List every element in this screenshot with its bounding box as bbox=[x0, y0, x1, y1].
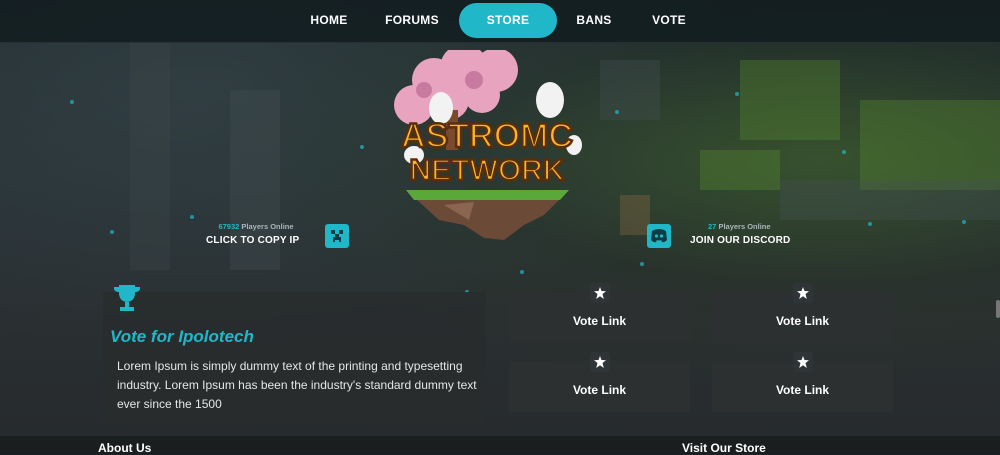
logo-text-line1: ASTROMC bbox=[401, 117, 573, 155]
vote-link-button[interactable]: Vote Link bbox=[509, 283, 690, 343]
nav-vote[interactable]: VOTE bbox=[638, 3, 700, 38]
vote-link-label: Vote Link bbox=[572, 383, 627, 397]
scrollbar-thumb[interactable] bbox=[996, 300, 1000, 318]
nav-forums[interactable]: FORUMS bbox=[376, 3, 448, 38]
players-online-count: 67932 bbox=[218, 222, 240, 231]
vote-title: Vote for Ipolotech bbox=[110, 327, 254, 346]
nav-store[interactable]: STORE bbox=[459, 3, 557, 38]
creeper-icon[interactable] bbox=[325, 224, 349, 248]
join-discord-button[interactable]: 27 Players Online JOIN OUR DISCORD bbox=[690, 222, 800, 246]
copy-ip-label: CLICK TO COPY IP bbox=[206, 235, 300, 246]
nav-home[interactable]: HOME bbox=[296, 3, 362, 38]
players-online-label: Players Online bbox=[241, 222, 294, 231]
vote-description: Lorem Ipsum is simply dummy text of the … bbox=[117, 359, 477, 411]
discord-icon[interactable] bbox=[647, 224, 671, 248]
nav-bans[interactable]: BANS bbox=[565, 3, 623, 38]
star-icon bbox=[793, 352, 813, 372]
vote-link-button[interactable]: Vote Link bbox=[509, 352, 690, 412]
discord-online-count: 27 bbox=[708, 222, 717, 231]
vote-link-label: Vote Link bbox=[775, 314, 830, 328]
discord-online-label: Players Online bbox=[718, 222, 771, 231]
footer-store-heading[interactable]: Visit Our Store bbox=[682, 441, 766, 455]
vote-link-label: Vote Link bbox=[572, 314, 627, 328]
copy-ip-button[interactable]: 67932 Players Online CLICK TO COPY IP bbox=[206, 222, 306, 246]
star-icon bbox=[590, 283, 610, 303]
star-icon bbox=[793, 283, 813, 303]
vote-link-button[interactable]: Vote Link bbox=[712, 283, 893, 343]
top-navigation: HOME FORUMS STORE BANS VOTE bbox=[0, 0, 1000, 43]
join-discord-label: JOIN OUR DISCORD bbox=[690, 235, 791, 246]
trophy-icon bbox=[114, 285, 140, 311]
vote-link-button[interactable]: Vote Link bbox=[712, 352, 893, 412]
vote-link-label: Vote Link bbox=[775, 383, 830, 397]
server-logo: ASTROMC NETWORK bbox=[394, 50, 582, 240]
footer-about-heading: About Us bbox=[98, 441, 152, 455]
logo-text-line2: NETWORK bbox=[410, 154, 565, 187]
star-icon bbox=[590, 352, 610, 372]
